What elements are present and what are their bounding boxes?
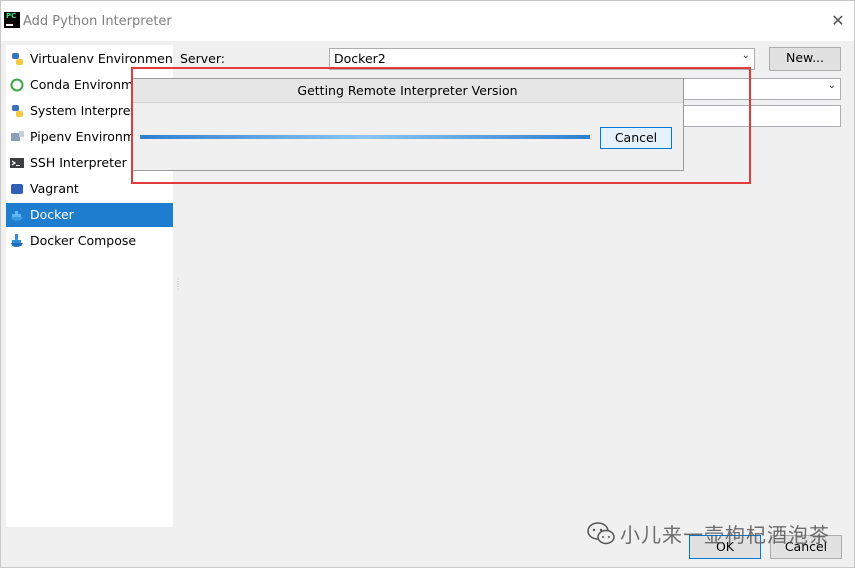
- window-title: Add Python Interpreter: [23, 14, 172, 29]
- docker-icon: [11, 211, 23, 221]
- add-python-interpreter-dialog: PC Add Python Interpreter ✕ Virtualenv E…: [0, 0, 855, 568]
- docker-compose-icon: [11, 234, 23, 247]
- server-label: Server:: [180, 51, 225, 66]
- sidebar-item-docker-compose[interactable]: Docker Compose: [6, 229, 173, 253]
- new-server-button[interactable]: New...: [769, 47, 841, 71]
- python-icon: [12, 53, 23, 65]
- chevron-down-icon: ⌄: [741, 50, 750, 61]
- conda-icon: [10, 78, 24, 92]
- python-icon: [12, 105, 23, 117]
- sidebar-item-label: Docker Compose: [30, 233, 137, 248]
- watermark-text: 小儿来一壶枸杞酒泡茶: [620, 523, 830, 547]
- splitter-handle[interactable]: ⋮ ⋮: [174, 278, 182, 293]
- pipenv-icon: [11, 131, 24, 141]
- terminal-icon: [10, 158, 24, 168]
- sidebar-item-label: Vagrant: [30, 181, 79, 196]
- close-icon[interactable]: ✕: [829, 12, 847, 30]
- vagrant-icon: [11, 184, 23, 194]
- watermark: 小儿来一壶枸杞酒泡茶: [576, 513, 855, 563]
- wechat-icon: [587, 522, 615, 545]
- sidebar-item-label: SSH Interpreter: [30, 155, 127, 170]
- sidebar-item-label: Docker: [30, 207, 74, 222]
- server-select-value: Docker2: [334, 51, 386, 66]
- chevron-down-icon: ⌄: [827, 80, 836, 91]
- title-bar: PC Add Python Interpreter ✕: [1, 1, 854, 41]
- sidebar-item-docker[interactable]: Docker: [6, 203, 173, 227]
- pycharm-logo-icon: PC: [4, 12, 20, 28]
- highlight-annotation: [131, 67, 751, 184]
